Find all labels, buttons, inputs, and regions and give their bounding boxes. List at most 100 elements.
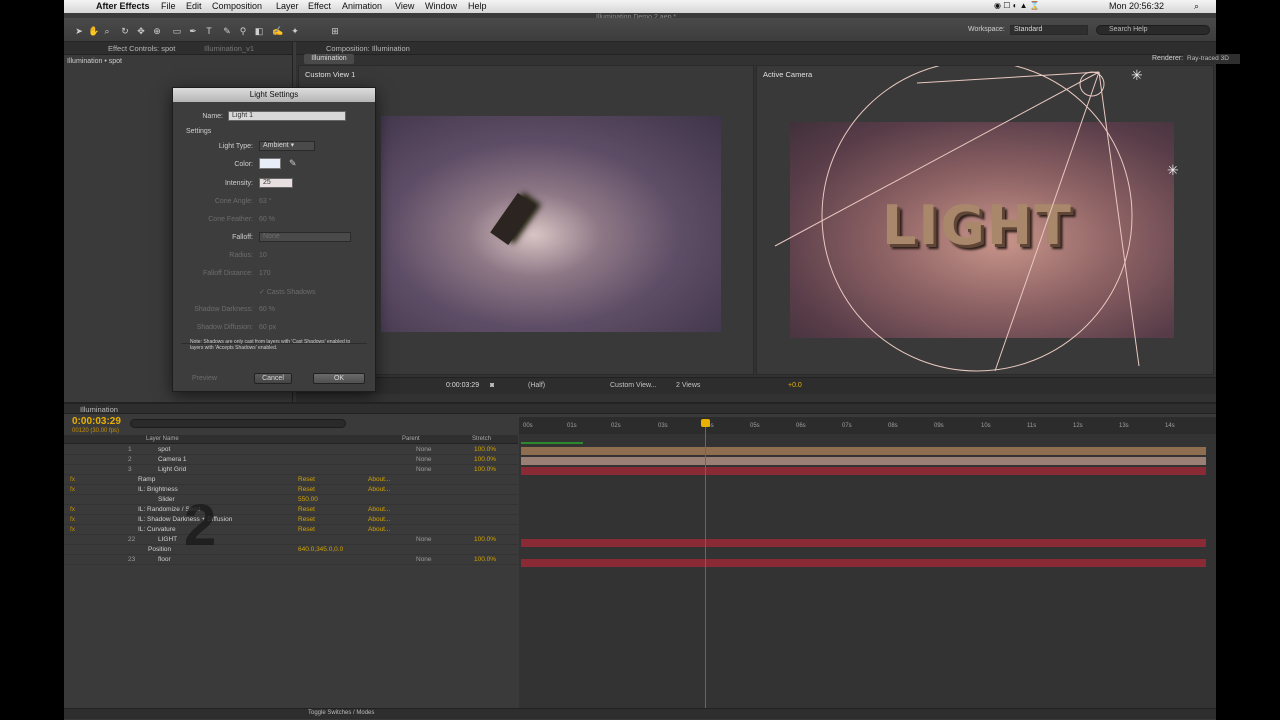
- reset-link[interactable]: Reset: [298, 526, 315, 533]
- selection-tool-icon[interactable]: ➤: [74, 26, 84, 36]
- renderer-select[interactable]: Ray-traced 3D: [1184, 54, 1240, 64]
- about-link[interactable]: About...: [368, 506, 390, 513]
- layer-bar-light-grid[interactable]: [521, 467, 1206, 475]
- cancel-button[interactable]: Cancel: [254, 373, 292, 384]
- app-menu[interactable]: After Effects: [96, 1, 150, 11]
- casts-shadows-checkbox[interactable]: ✓ Casts Shadows: [259, 288, 315, 296]
- layer-parent[interactable]: None: [416, 456, 432, 463]
- layer-name[interactable]: LIGHT: [158, 536, 177, 543]
- layer-stretch[interactable]: 100.0%: [474, 446, 496, 453]
- menu-layer[interactable]: Layer: [276, 1, 299, 11]
- light-type-select[interactable]: Ambient ▾: [259, 141, 315, 151]
- about-link[interactable]: About...: [368, 526, 390, 533]
- viewer-timecode[interactable]: 0:00:03:29: [446, 382, 479, 389]
- fx-icon[interactable]: fx: [70, 506, 75, 513]
- tab-effect-controls[interactable]: Effect Controls: spot: [108, 44, 175, 53]
- playhead-handle[interactable]: [701, 419, 710, 427]
- view-select[interactable]: Custom View...: [610, 382, 657, 389]
- col-stretch[interactable]: Stretch: [472, 436, 491, 442]
- snapshot-icon[interactable]: ◙: [490, 382, 494, 389]
- property-name[interactable]: Slider: [158, 496, 175, 503]
- effect-row-shadow[interactable]: fx IL: Shadow Darkness + Diffusion Reset…: [64, 515, 518, 525]
- views-layout-select[interactable]: 2 Views: [676, 382, 700, 389]
- timeline-graph-area[interactable]: 00s 01s 02s 03s 04s 05s 06s 07s 08s 09s …: [519, 417, 1216, 717]
- about-link[interactable]: About...: [368, 476, 390, 483]
- menu-window[interactable]: Window: [425, 1, 457, 11]
- property-value[interactable]: 640.0,345.0,0.0: [298, 546, 343, 553]
- layer-stretch[interactable]: 100.0%: [474, 466, 496, 473]
- clock[interactable]: Mon 20:56:32: [1109, 1, 1164, 11]
- resolution-select[interactable]: (Half): [528, 382, 545, 389]
- puppet-tool-icon[interactable]: ✦: [290, 26, 300, 36]
- reset-link[interactable]: Reset: [298, 476, 315, 483]
- col-layer-name[interactable]: Layer Name: [146, 436, 179, 442]
- fx-icon[interactable]: fx: [70, 516, 75, 523]
- color-swatch[interactable]: [259, 158, 281, 169]
- spotlight-icon[interactable]: ⌕: [1194, 1, 1199, 12]
- light-icon[interactable]: ✳: [1131, 67, 1143, 84]
- snap-icon[interactable]: ⊞: [330, 26, 340, 36]
- search-help-input[interactable]: Search Help: [1096, 25, 1210, 35]
- pan-behind-tool-icon[interactable]: ⊕: [152, 26, 162, 36]
- menu-composition[interactable]: Composition: [212, 1, 262, 11]
- layer-stretch[interactable]: 100.0%: [474, 536, 496, 543]
- exposure-value[interactable]: +0.0: [788, 382, 802, 389]
- hand-tool-icon[interactable]: ✋: [88, 26, 99, 36]
- active-camera-view[interactable]: Active Camera LIGHT ✳ ✳: [756, 65, 1214, 375]
- property-name[interactable]: Position: [148, 546, 171, 553]
- reset-link[interactable]: Reset: [298, 506, 315, 513]
- menu-help[interactable]: Help: [468, 1, 487, 11]
- fx-icon[interactable]: fx: [70, 476, 75, 483]
- workspace-select[interactable]: Standard: [1010, 25, 1088, 35]
- layer-stretch[interactable]: 100.0%: [474, 556, 496, 563]
- layer-bar-floor[interactable]: [521, 559, 1206, 567]
- zoom-tool-icon[interactable]: ⌕: [102, 26, 112, 36]
- effect-name[interactable]: Ramp: [138, 476, 155, 483]
- menu-file[interactable]: File: [161, 1, 176, 11]
- roto-tool-icon[interactable]: ✍: [272, 26, 283, 36]
- layer-bar-camera[interactable]: [521, 457, 1206, 465]
- type-tool-icon[interactable]: T: [204, 26, 214, 36]
- shadow-diffusion-value[interactable]: 60 px: [259, 324, 276, 331]
- col-parent[interactable]: Parent: [402, 436, 420, 442]
- reset-link[interactable]: Reset: [298, 516, 315, 523]
- property-row-position[interactable]: Position 640.0,345.0,0.0: [64, 545, 518, 555]
- about-link[interactable]: About...: [368, 516, 390, 523]
- falloff-distance-value[interactable]: 170: [259, 270, 271, 277]
- layer-name[interactable]: Light Grid: [158, 466, 186, 473]
- effect-row-ramp[interactable]: fx Ramp Reset About...: [64, 475, 518, 485]
- layer-parent[interactable]: None: [416, 536, 432, 543]
- layer-name[interactable]: floor: [158, 556, 171, 563]
- work-area-bar[interactable]: [521, 442, 583, 444]
- layer-row-floor[interactable]: 23 floor None 100.0%: [64, 555, 518, 565]
- effect-name[interactable]: IL: Brightness: [138, 486, 178, 493]
- rectangle-tool-icon[interactable]: ▭: [172, 26, 182, 36]
- rotate-tool-icon[interactable]: ↻: [120, 26, 130, 36]
- name-input[interactable]: Light 1: [228, 111, 346, 121]
- camera-tool-icon[interactable]: ✥: [136, 26, 146, 36]
- wifi-icon[interactable]: ◉ ☐ ◐ ▲ ⌛: [994, 1, 1040, 10]
- effect-row-curvature[interactable]: fx IL: Curvature Reset About...: [64, 525, 518, 535]
- cone-angle-value[interactable]: 63 °: [259, 198, 272, 205]
- fx-icon[interactable]: fx: [70, 486, 75, 493]
- preview-checkbox[interactable]: Preview: [192, 375, 217, 382]
- brush-tool-icon[interactable]: ✎: [222, 26, 232, 36]
- playhead[interactable]: [705, 421, 706, 717]
- pen-tool-icon[interactable]: ✒: [188, 26, 198, 36]
- layer-bar-light-text[interactable]: [521, 539, 1206, 547]
- fx-icon[interactable]: fx: [70, 526, 75, 533]
- effect-row-randomize[interactable]: fx IL: Randomize / Seed Reset About...: [64, 505, 518, 515]
- layer-row-light-text[interactable]: 22 LIGHT None 100.0%: [64, 535, 518, 545]
- layer-parent[interactable]: None: [416, 556, 432, 563]
- layer-row-light-grid[interactable]: 3 Light Grid None 100.0%: [64, 465, 518, 475]
- time-ruler[interactable]: 00s 01s 02s 03s 04s 05s 06s 07s 08s 09s …: [519, 417, 1216, 434]
- tab-timeline-illumination[interactable]: Illumination: [80, 405, 118, 414]
- about-link[interactable]: About...: [368, 486, 390, 493]
- layer-row-camera[interactable]: 2 Camera 1 None 100.0%: [64, 455, 518, 465]
- effect-name[interactable]: IL: Curvature: [138, 526, 176, 533]
- layer-bar-spot[interactable]: [521, 447, 1206, 455]
- menu-edit[interactable]: Edit: [186, 1, 202, 11]
- shadow-darkness-value[interactable]: 60 %: [259, 306, 275, 313]
- timeline-timecode[interactable]: 0:00:03:29: [72, 416, 121, 427]
- tab-composition[interactable]: Composition: Illumination: [326, 44, 410, 53]
